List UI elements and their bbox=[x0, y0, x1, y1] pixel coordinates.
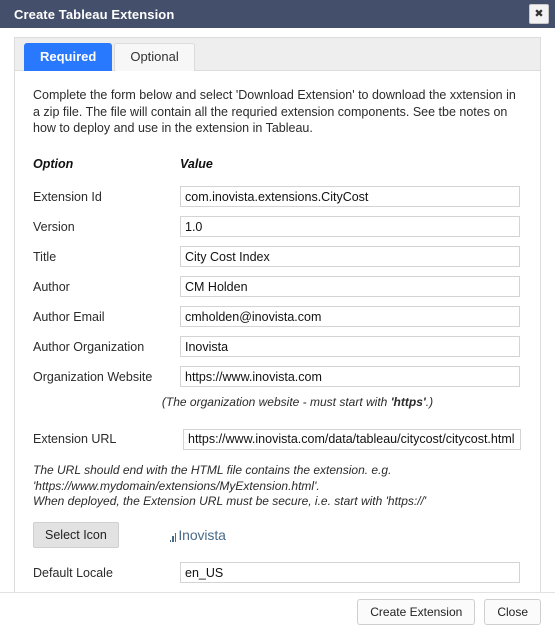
tab-panel: Required Optional Complete the form belo… bbox=[14, 37, 541, 592]
label-extension-url: Extension URL bbox=[33, 432, 117, 446]
field-row-author-organization: Author Organization bbox=[33, 332, 522, 362]
label-extension-id: Extension Id bbox=[33, 189, 102, 204]
field-row-title: Title bbox=[33, 242, 522, 272]
label-default-locale: Default Locale bbox=[33, 565, 113, 580]
title-input[interactable] bbox=[180, 246, 520, 267]
dialog-titlebar: Create Tableau Extension ✖ bbox=[0, 0, 555, 28]
field-row-extension-url: Extension URL bbox=[33, 424, 522, 454]
author-email-input[interactable] bbox=[180, 306, 520, 327]
label-author-organization: Author Organization bbox=[33, 339, 145, 354]
website-note: (The organization website - must start w… bbox=[33, 395, 522, 411]
create-tableau-extension-dialog: Create Tableau Extension ✖ Required Opti… bbox=[0, 0, 555, 630]
create-extension-button[interactable]: Create Extension bbox=[357, 598, 476, 625]
dialog-body: Required Optional Complete the form belo… bbox=[0, 28, 555, 592]
header-value: Value bbox=[180, 156, 213, 171]
field-row-author: Author bbox=[33, 272, 522, 302]
intro-text: Complete the form below and select 'Down… bbox=[33, 88, 516, 135]
form-table-header: Option Value bbox=[33, 157, 522, 182]
url-note-line3: When deployed, the Extension URL must be… bbox=[33, 494, 427, 508]
inovista-logo: Inovista bbox=[169, 526, 226, 543]
author-organization-input[interactable] bbox=[180, 336, 520, 357]
select-icon-button[interactable]: Select Icon bbox=[33, 521, 119, 548]
url-note: The URL should end with the HTML file co… bbox=[33, 463, 522, 510]
label-organization-website: Organization Website bbox=[33, 369, 153, 384]
header-option: Option bbox=[33, 156, 74, 171]
organization-website-input[interactable] bbox=[180, 366, 520, 387]
label-sandbox-the-extension: Sandbox the Extension bbox=[33, 588, 180, 593]
field-row-default-locale: Default Locale bbox=[33, 558, 522, 588]
default-locale-input[interactable] bbox=[180, 562, 520, 583]
extension-url-input[interactable] bbox=[183, 428, 521, 450]
dialog-footer: Create Extension Close bbox=[0, 592, 555, 630]
label-version: Version bbox=[33, 219, 75, 234]
dialog-title: Create Tableau Extension bbox=[14, 6, 175, 22]
website-note-prefix: (The organization website - must start w… bbox=[161, 394, 391, 409]
required-form-table: Option Value Extension Id Version Title bbox=[33, 157, 522, 392]
close-button[interactable]: Close bbox=[484, 598, 541, 625]
field-row-extension-id: Extension Id bbox=[33, 182, 522, 212]
field-row-organization-website: Organization Website bbox=[33, 362, 522, 392]
tab-required[interactable]: Required bbox=[24, 43, 113, 71]
panel-content: Complete the form below and select 'Down… bbox=[15, 71, 540, 592]
close-icon[interactable]: ✖ bbox=[529, 4, 549, 24]
label-title: Title bbox=[33, 249, 57, 264]
close-glyph: ✖ bbox=[534, 7, 544, 20]
extension-id-input[interactable] bbox=[180, 186, 520, 207]
label-author-email: Author Email bbox=[33, 309, 105, 324]
field-row-version: Version bbox=[33, 212, 522, 242]
field-row-author-email: Author Email bbox=[33, 302, 522, 332]
label-author: Author bbox=[33, 279, 70, 294]
tabstrip: Required Optional bbox=[15, 38, 540, 71]
author-input[interactable] bbox=[180, 276, 520, 297]
tab-optional[interactable]: Optional bbox=[114, 43, 195, 71]
select-icon-row: Select Icon Inovista bbox=[33, 521, 522, 548]
extension-url-table: Extension URL bbox=[33, 424, 522, 454]
url-note-line1: The URL should end with the HTML file co… bbox=[33, 463, 392, 477]
bar-chart-logo-icon bbox=[169, 531, 178, 542]
locale-sandbox-table: Default Locale Sandbox the Extension San… bbox=[33, 558, 522, 593]
website-note-suffix: .) bbox=[425, 394, 434, 409]
field-row-sandbox: Sandbox the Extension Sandbox bbox=[33, 588, 522, 593]
url-note-line2: 'https://www.mydomain/extensions/MyExten… bbox=[33, 478, 320, 493]
version-input[interactable] bbox=[180, 216, 520, 237]
website-note-emphasis: 'https' bbox=[390, 394, 426, 409]
logo-text: Inovista bbox=[178, 526, 226, 543]
